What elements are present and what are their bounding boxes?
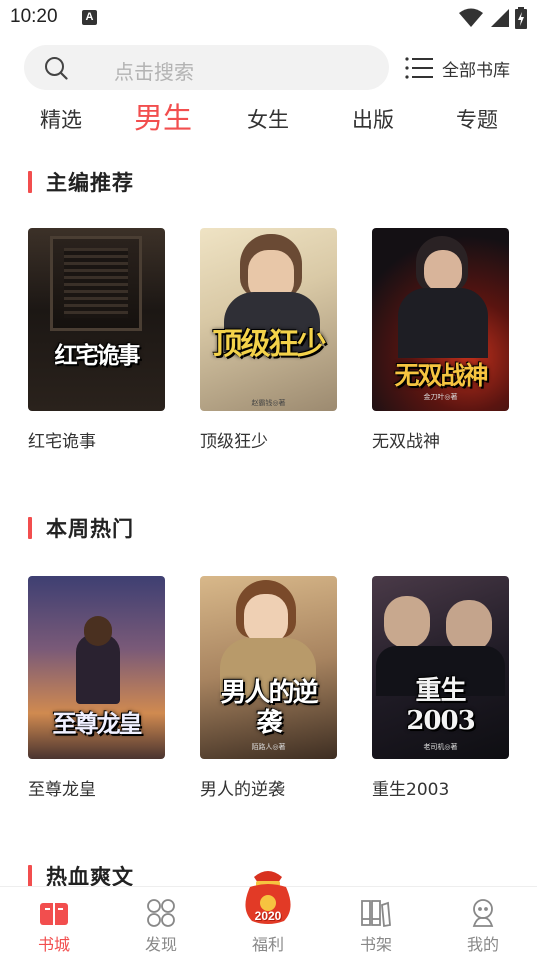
cover-title: 顶级狂少 — [212, 327, 327, 362]
book-icon — [40, 903, 68, 925]
cover-author: 金刀叶◎著 — [423, 393, 458, 401]
section-title-text: 本周热门 — [46, 517, 134, 541]
tab-featured[interactable]: 精选 — [36, 100, 86, 140]
cover-art — [384, 596, 430, 648]
cover-title: 无双战神 — [394, 361, 488, 390]
tab-female[interactable]: 女生 — [243, 100, 293, 140]
book-cover[interactable]: 至尊龙皇 — [28, 576, 165, 759]
section-title-editor-picks: 主编推荐 — [28, 168, 134, 196]
book-name: 无双战神 — [372, 432, 440, 452]
cover-title: 男人的逆袭 — [220, 678, 318, 738]
list-menu-icon — [405, 57, 433, 79]
all-library-button[interactable]: 全部书库 — [405, 54, 510, 82]
nav-discover[interactable]: 发现 — [121, 887, 201, 956]
section-accent-bar — [28, 517, 32, 539]
book-card[interactable]: 男人的逆袭 陌路人◎著 男人的逆袭 — [200, 576, 337, 800]
system-icons — [459, 6, 527, 30]
profile-icon — [472, 899, 494, 927]
search-input[interactable]: 点击搜索 — [24, 45, 389, 90]
search-placeholder: 点击搜索 — [114, 60, 194, 84]
book-cover[interactable]: 顶级狂少 赵霸钱◎著 — [200, 228, 337, 411]
nav-welfare[interactable]: 2020 福利 — [228, 871, 308, 956]
wifi-icon — [459, 8, 483, 27]
cover-art-face — [244, 594, 288, 644]
search-icon — [45, 57, 68, 80]
status-bar: 10:20 A — [0, 0, 537, 36]
cover-art-face — [424, 250, 462, 292]
cover-art-jacket — [398, 288, 488, 358]
book-cover[interactable]: 无双战神 金刀叶◎著 — [372, 228, 509, 411]
cover-title: 重生2003 — [406, 676, 475, 736]
book-card[interactable]: 顶级狂少 赵霸钱◎著 顶级狂少 — [200, 228, 337, 452]
notification-icon: A — [82, 10, 97, 25]
nav-label: 我的 — [466, 935, 499, 954]
nav-bookstore[interactable]: 书城 — [14, 887, 94, 956]
discover-icon — [147, 899, 175, 927]
book-card[interactable]: 至尊龙皇 至尊龙皇 — [28, 576, 165, 800]
nav-label: 发现 — [144, 935, 177, 954]
book-name: 顶级狂少 — [200, 432, 268, 452]
cover-author: 赵霸钱◎著 — [251, 399, 286, 407]
cover-art-face-2 — [446, 600, 492, 652]
tab-publish[interactable]: 出版 — [348, 100, 398, 140]
section-title-weekly-hot: 本周热门 — [28, 514, 134, 542]
book-cover[interactable]: 红宅诡事 — [28, 228, 165, 411]
nav-label: 书架 — [359, 935, 392, 954]
nav-bookshelf[interactable]: 书架 — [336, 887, 416, 956]
cell-signal-icon — [491, 9, 509, 27]
section-accent-bar — [28, 865, 32, 887]
bookshelf-icon — [361, 900, 391, 928]
cover-title: 至尊龙皇 — [52, 709, 143, 738]
cover-art-head — [84, 616, 112, 646]
section-title-text: 主编推荐 — [46, 171, 134, 195]
bottom-navigation: 书城 发现 2020 福利 书架 我的 — [0, 871, 537, 956]
book-name: 男人的逆袭 — [200, 780, 285, 800]
cover-author: 老司机◎著 — [423, 743, 458, 751]
cover-title: 红宅诡事 — [54, 342, 141, 369]
book-cover[interactable]: 男人的逆袭 陌路人◎著 — [200, 576, 337, 759]
nav-label: 福利 — [251, 935, 284, 954]
book-name: 至尊龙皇 — [28, 780, 96, 800]
tab-male[interactable]: 男生 — [131, 98, 195, 138]
tab-topics[interactable]: 专题 — [452, 100, 502, 140]
cover-author: 陌路人◎著 — [251, 743, 286, 751]
book-cover[interactable]: 重生2003 老司机◎著 — [372, 576, 509, 759]
cover-art-detail — [64, 248, 128, 318]
welfare-year-badge: 2020 — [254, 909, 282, 923]
book-card[interactable]: 无双战神 金刀叶◎著 无双战神 — [372, 228, 509, 452]
book-name: 红宅诡事 — [28, 432, 96, 452]
battery-icon — [515, 7, 527, 29]
book-card[interactable]: 红宅诡事 红宅诡事 — [28, 228, 165, 452]
nav-label: 书城 — [37, 935, 70, 954]
nav-profile[interactable]: 我的 — [443, 887, 523, 956]
book-name: 重生2003 — [372, 780, 450, 800]
status-time: 10:20 — [10, 6, 58, 27]
section-accent-bar — [28, 171, 32, 193]
book-card[interactable]: 重生2003 老司机◎著 重生2003 — [372, 576, 509, 800]
all-library-label: 全部书库 — [442, 60, 510, 81]
